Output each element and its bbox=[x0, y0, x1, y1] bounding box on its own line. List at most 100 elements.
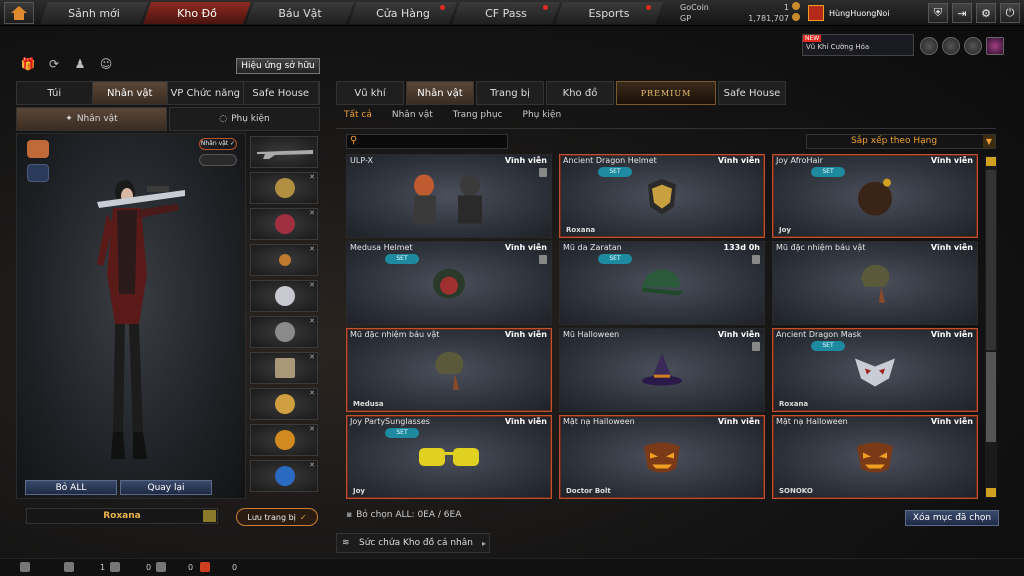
event-icon-3[interactable] bbox=[964, 37, 982, 55]
slot-weapon[interactable] bbox=[250, 136, 318, 168]
nav-tab-2[interactable]: Báu Vật bbox=[246, 2, 354, 24]
unequip-icon[interactable]: ✕ bbox=[309, 353, 315, 361]
filter-2[interactable]: Trang phục bbox=[453, 110, 503, 120]
unequip-icon[interactable]: ✕ bbox=[309, 461, 315, 469]
unequip-icon[interactable]: ✕ bbox=[309, 425, 315, 433]
clan-shield-icon[interactable] bbox=[110, 562, 120, 572]
clear-selected-button[interactable]: Xóa mục đã chọn bbox=[905, 510, 999, 526]
user-profile[interactable]: HùngHuongNoi bbox=[808, 4, 920, 22]
subtab-character-label: Nhân vật bbox=[76, 114, 118, 124]
slot-ring[interactable]: ✕ bbox=[250, 460, 318, 492]
filter-1[interactable]: Nhân vật bbox=[392, 110, 433, 120]
sort-dropdown[interactable]: Sắp xếp theo Hạng ▼ bbox=[806, 134, 996, 149]
slot-helmet[interactable]: ✕ bbox=[250, 172, 318, 204]
slot-pendant[interactable]: ✕ bbox=[250, 424, 318, 456]
home-button[interactable] bbox=[4, 2, 34, 24]
checkbox-icon[interactable]: ▪ bbox=[346, 510, 352, 520]
slot-mask[interactable]: ✕ bbox=[250, 208, 318, 240]
clan-icon[interactable]: ⛨ bbox=[928, 3, 948, 23]
slot-necklace[interactable]: ✕ bbox=[250, 244, 318, 276]
inventory-tab-1[interactable]: Nhân vật bbox=[406, 81, 474, 105]
inventory-item-card[interactable]: Mũ đặc nhiệm báu vật Vĩnh viễn Medusa bbox=[346, 328, 552, 412]
left-tab-1[interactable]: Nhân vật bbox=[92, 82, 168, 104]
notification-dot-icon bbox=[646, 5, 651, 10]
pet-icon[interactable]: ☺ bbox=[98, 57, 114, 73]
class-icon[interactable] bbox=[27, 140, 49, 158]
nav-tab-5[interactable]: Esports bbox=[555, 2, 663, 24]
unequip-icon[interactable]: ✕ bbox=[309, 245, 315, 253]
scrollbar[interactable] bbox=[985, 156, 997, 498]
slot-wings[interactable]: ✕ bbox=[250, 280, 318, 312]
character-preview[interactable]: Nhân vật ✓ Bỏ ALL Quay lại bbox=[16, 133, 246, 499]
inventory-item-card[interactable]: Ancient Dragon Helmet Vĩnh viễn SET Roxana bbox=[559, 154, 765, 238]
scroll-down-icon[interactable] bbox=[986, 488, 996, 497]
inventory-filters: Tất cả Nhân vật Trang phục Phụ kiện bbox=[344, 110, 561, 120]
item-name: ULP-X bbox=[350, 156, 373, 165]
unequip-icon[interactable]: ✕ bbox=[309, 317, 315, 325]
scroll-thumb[interactable] bbox=[986, 352, 996, 442]
gift-box-icon[interactable] bbox=[200, 562, 210, 572]
set-badge: SET bbox=[385, 254, 419, 264]
subtab-character[interactable]: ✦ Nhân vật bbox=[16, 107, 167, 131]
character-name-field[interactable]: Roxana bbox=[26, 508, 218, 524]
inventory-item-card[interactable]: Mặt nạ Halloween Vĩnh viễn Doctor Bolt bbox=[559, 415, 765, 499]
inventory-item-card[interactable]: Joy PartySunglasses Vĩnh viễn SET Joy bbox=[346, 415, 552, 499]
inventory-capacity-button[interactable]: ≋ Sức chứa Kho đồ cá nhân ▸ bbox=[336, 533, 490, 553]
inventory-item-card[interactable]: Mặt nạ Halloween Vĩnh viễn SONOKO bbox=[772, 415, 978, 499]
slot-gloves[interactable]: ✕ bbox=[250, 388, 318, 420]
exit-icon[interactable]: ⇥ bbox=[952, 3, 972, 23]
list-menu-icon[interactable] bbox=[203, 510, 216, 522]
inventory-tab-2[interactable]: Trang bị bbox=[476, 81, 544, 105]
ownership-effect-button[interactable]: Hiệu ứng sở hữu bbox=[236, 58, 320, 74]
inventory-tab-0[interactable]: Vũ khí bbox=[336, 81, 404, 105]
left-tab-3[interactable]: Safe House bbox=[244, 82, 319, 104]
refresh-icon[interactable]: ⟳ bbox=[46, 57, 62, 73]
power-icon[interactable]: ⏻ bbox=[1000, 3, 1020, 23]
chat-icon[interactable] bbox=[156, 562, 166, 572]
filter-3[interactable]: Phụ kiện bbox=[523, 110, 562, 120]
scroll-up-icon[interactable] bbox=[986, 157, 996, 166]
inventory-item-card[interactable]: Mũ da Zaratan 133d 0h SET bbox=[559, 241, 765, 325]
left-tab-2[interactable]: VP Chức năng bbox=[168, 82, 244, 104]
back-button[interactable]: Quay lại bbox=[120, 480, 212, 495]
menu-list-icon[interactable] bbox=[20, 562, 30, 572]
nav-tab-0[interactable]: Sảnh mới bbox=[40, 2, 148, 24]
character-figure bbox=[97, 180, 185, 459]
inventory-item-card[interactable]: Mũ đặc nhiệm báu vật Vĩnh viễn bbox=[772, 241, 978, 325]
unequip-icon[interactable]: ✕ bbox=[309, 389, 315, 397]
slot-backpack[interactable]: ✕ bbox=[250, 316, 318, 348]
event-icon-1[interactable] bbox=[920, 37, 938, 55]
inventory-item-card[interactable]: Mũ Halloween Vĩnh viễn bbox=[559, 328, 765, 412]
left-tab-0[interactable]: Túi bbox=[17, 82, 93, 104]
inventory-tab-5[interactable]: Safe House bbox=[718, 81, 786, 105]
nav-tab-1[interactable]: Kho Đồ bbox=[143, 2, 251, 24]
inventory-tab-4[interactable]: PREMIUM bbox=[616, 81, 716, 105]
inventory-item-card[interactable]: Joy AfroHair Vĩnh viễn SET Joy bbox=[772, 154, 978, 238]
inventory-tab-3[interactable]: Kho đồ bbox=[546, 81, 614, 105]
slot-armor[interactable]: ✕ bbox=[250, 352, 318, 384]
subtab-accessory[interactable]: ◌ Phụ kiện bbox=[169, 107, 320, 131]
inventory-item-card[interactable]: Medusa Helmet Vĩnh viễn SET bbox=[346, 241, 552, 325]
gift-icon[interactable]: 🎁 bbox=[20, 57, 36, 73]
friends-icon[interactable] bbox=[64, 562, 74, 572]
remove-all-button[interactable]: Bỏ ALL bbox=[25, 480, 117, 495]
inventory-item-card[interactable]: Ancient Dragon Mask Vĩnh viễn SET Roxana bbox=[772, 328, 978, 412]
save-equipment-button[interactable]: Lưu trang bị ✓ bbox=[236, 508, 318, 526]
event-icon-2[interactable] bbox=[942, 37, 960, 55]
search-input[interactable]: ⚲ bbox=[346, 134, 508, 149]
nav-tab-4[interactable]: CF Pass bbox=[452, 2, 560, 24]
characters-icon[interactable]: ♟ bbox=[72, 57, 88, 73]
inventory-item-card[interactable]: ULP-X Vĩnh viễn bbox=[346, 154, 552, 238]
toggle-tag[interactable] bbox=[199, 154, 237, 166]
unequip-icon[interactable]: ✕ bbox=[309, 281, 315, 289]
capacity-label: Sức chứa Kho đồ cá nhân bbox=[359, 538, 473, 548]
unequip-icon[interactable]: ✕ bbox=[309, 209, 315, 217]
alt-class-icon[interactable] bbox=[27, 164, 49, 182]
filter-0[interactable]: Tất cả bbox=[344, 110, 372, 120]
settings-gear-icon[interactable]: ⚙ bbox=[976, 3, 996, 23]
unequip-icon[interactable]: ✕ bbox=[309, 173, 315, 181]
mask-item-icon bbox=[853, 352, 897, 391]
promo-banner[interactable]: NEW Vũ Khí Cường Hóa bbox=[802, 34, 914, 56]
event-icon-4[interactable] bbox=[986, 37, 1004, 55]
nav-tab-3[interactable]: Cửa Hàng bbox=[349, 2, 457, 24]
